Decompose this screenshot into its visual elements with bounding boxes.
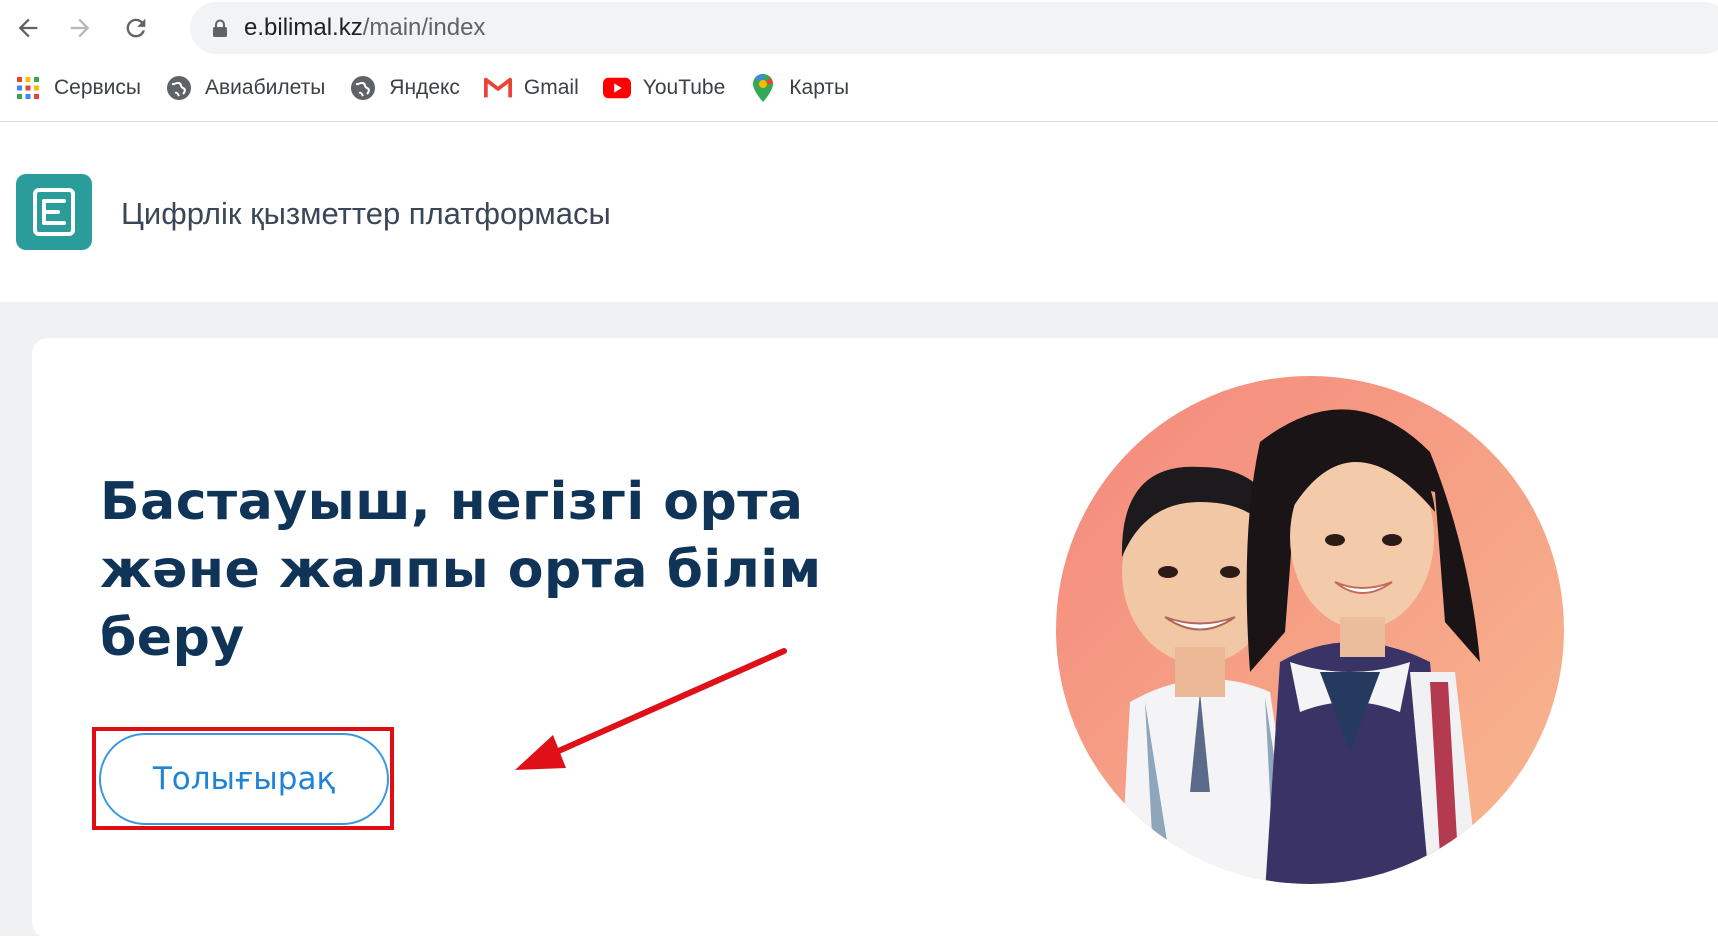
forward-button[interactable] bbox=[60, 8, 100, 48]
reload-button[interactable] bbox=[116, 8, 156, 48]
bookmark-services[interactable]: Сервисы bbox=[14, 74, 141, 102]
site-header: Цифрлік қызметтер платформасы bbox=[0, 122, 1718, 302]
forward-arrow-icon bbox=[70, 18, 90, 38]
bookmarks-bar: Сервисы Авиабилеты Яндекс Gmail YouTube … bbox=[0, 64, 1718, 112]
url-path: /main/index bbox=[362, 14, 486, 41]
gmail-icon bbox=[483, 74, 512, 102]
lock-icon bbox=[212, 19, 230, 37]
bookmark-label: Сервисы bbox=[54, 76, 142, 99]
site-title[interactable]: Цифрлік қызметтер платформасы bbox=[121, 196, 611, 232]
maps-pin-icon bbox=[749, 74, 777, 102]
bookmark-maps[interactable]: Карты bbox=[749, 74, 849, 102]
hero-title: Бастауыш, негізгі орта және жалпы орта б… bbox=[100, 472, 822, 668]
document-logo-icon bbox=[33, 188, 75, 236]
address-bar[interactable]: e.bilimal.kz/main/index bbox=[190, 2, 1718, 54]
bookmark-youtube[interactable]: YouTube bbox=[602, 74, 726, 102]
youtube-icon bbox=[602, 74, 631, 102]
bookmark-label: YouTube bbox=[642, 76, 726, 99]
bookmark-label: Карты bbox=[789, 76, 850, 99]
site-logo[interactable] bbox=[16, 174, 92, 250]
bookmark-yandex[interactable]: Яндекс bbox=[349, 74, 460, 102]
globe-icon bbox=[165, 74, 193, 102]
bookmark-label: Яндекс bbox=[389, 76, 460, 99]
back-arrow-icon bbox=[18, 18, 38, 38]
globe-icon bbox=[349, 74, 377, 102]
bookmark-aviabilety[interactable]: Авиабилеты bbox=[165, 74, 325, 102]
url-host: e.bilimal.kz bbox=[244, 14, 363, 41]
url-text: e.bilimal.kz/main/index bbox=[244, 14, 485, 42]
bookmark-label: Gmail bbox=[523, 76, 579, 99]
more-details-button[interactable]: Толығырақ bbox=[99, 733, 389, 825]
back-button[interactable] bbox=[8, 8, 48, 48]
apps-grid-icon bbox=[14, 74, 42, 102]
bookmark-gmail[interactable]: Gmail bbox=[483, 74, 579, 102]
browser-toolbar: e.bilimal.kz/main/index bbox=[0, 0, 1718, 56]
students-illustration bbox=[1056, 376, 1564, 884]
reload-icon bbox=[126, 18, 146, 38]
bookmark-label: Авиабилеты bbox=[205, 76, 326, 99]
